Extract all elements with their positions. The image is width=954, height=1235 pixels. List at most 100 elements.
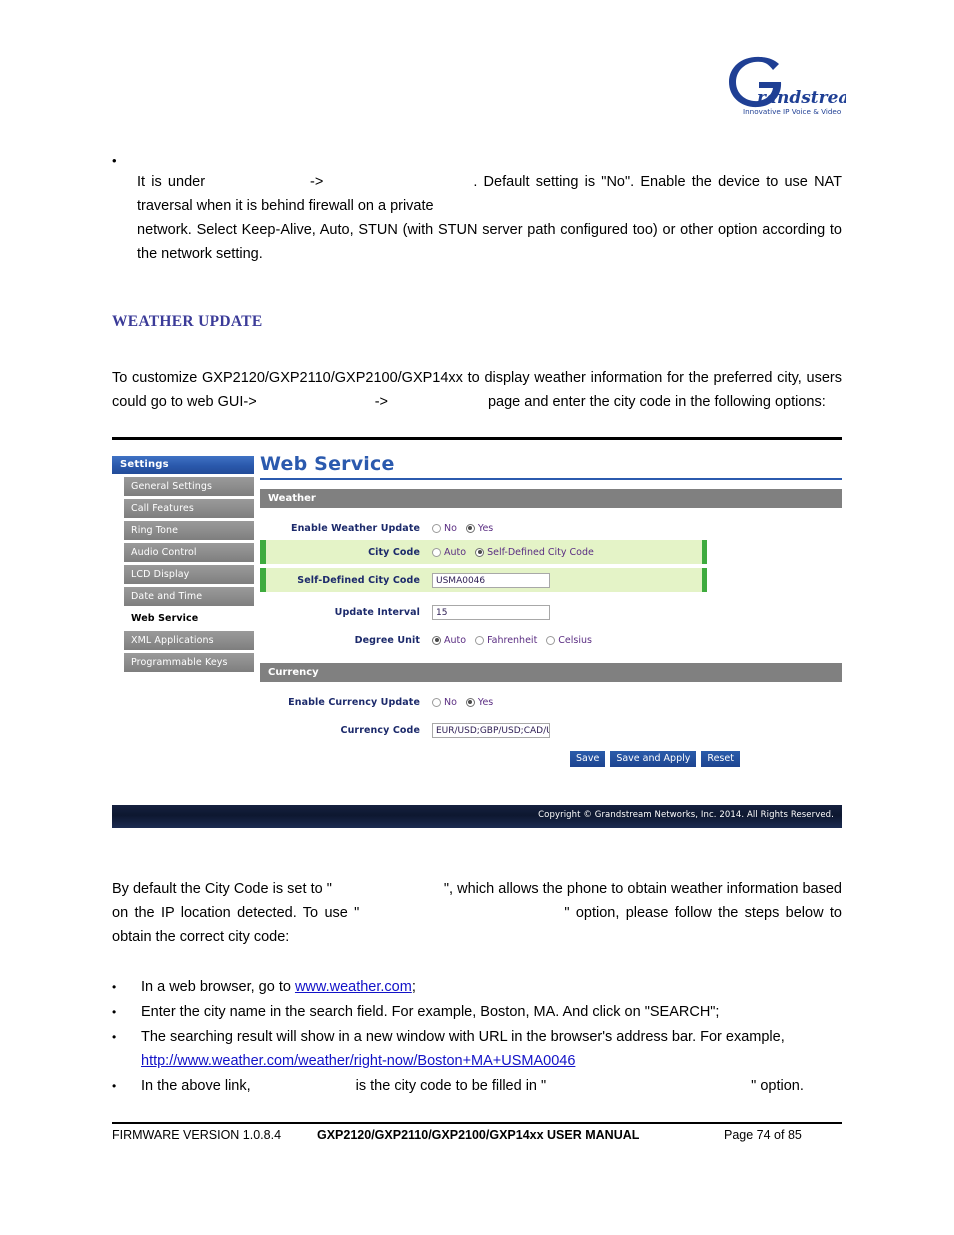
radio-currency-yes[interactable]: Yes <box>465 696 494 708</box>
step-4-before: In the above link, <box>141 1078 251 1094</box>
radio-degree-auto[interactable]: Auto <box>432 635 466 646</box>
radio-icon <box>432 547 441 557</box>
reset-button[interactable]: Reset <box>701 751 740 767</box>
step-1-text: In a web browser, go to www.weather.com; <box>141 975 842 999</box>
label-degree-unit: Degree Unit <box>354 634 420 646</box>
radio-weather-yes[interactable]: Yes <box>465 522 494 534</box>
step-3-before: The searching result will show in a new … <box>141 1029 785 1045</box>
page-title: WEATHER UPDATE <box>112 313 263 330</box>
webui-main-panel: Web Service Weather Enable Weather Updat… <box>260 453 842 767</box>
post-screenshot-block: By default the City Code is set to " ", w… <box>112 877 842 949</box>
label-update-interval: Update Interval <box>334 606 420 618</box>
radio-icon <box>465 697 475 707</box>
sidebar-item-general-settings[interactable]: General Settings <box>124 477 254 496</box>
webui-copyright: Copyright © Grandstream Networks, Inc. 2… <box>538 810 834 820</box>
radio-label: Celsius <box>558 634 592 646</box>
control-enable-currency-update: No Yes <box>432 697 502 708</box>
save-button[interactable]: Save <box>570 751 606 767</box>
step-2-text: Enter the city name in the search field.… <box>141 1004 720 1020</box>
sidebar-item-xml-applications[interactable]: XML Applications <box>124 631 254 650</box>
document-page: randstream Innovative IP Voice & Video I… <box>0 0 954 1235</box>
radio-label: Yes <box>477 696 494 708</box>
save-and-apply-button[interactable]: Save and Apply <box>610 751 697 767</box>
self-defined-city-code-input[interactable]: USMA0046 <box>432 572 550 588</box>
intro-bullet-block: It is under ->. Default setting is "No". … <box>112 152 842 266</box>
bullet-icon <box>112 152 136 170</box>
label-enable-weather-update: Enable Weather Update <box>290 522 420 534</box>
section-intro-block: To customize GXP2120/GXP2110/GXP2100/GXP… <box>112 366 842 414</box>
intro-paragraph: It is under ->. Default setting is "No". … <box>137 170 842 218</box>
logo-icon: randstream Innovative IP Voice & Video <box>729 56 846 116</box>
intro-text-c: . Default setting is "No". Enable the de… <box>137 174 842 214</box>
weather-com-link[interactable]: www.weather.com <box>295 979 412 995</box>
list-item: Enter the city name in the search field.… <box>112 1000 842 1024</box>
radio-city-auto[interactable]: Auto <box>432 547 466 558</box>
intro-text-a: It is under <box>137 174 206 190</box>
row-degree-unit: Degree Unit Auto Fahrenheit Celsius <box>260 628 842 652</box>
radio-label: Self-Defined City Code <box>487 546 594 558</box>
row-self-defined-city-code: Self-Defined City Code USMA0046 <box>260 568 707 592</box>
currency-section-bar: Currency <box>260 663 842 682</box>
section-intro-b: page and enter the city code in the foll… <box>487 394 826 410</box>
label-city-code: City Code <box>368 546 420 558</box>
row-currency-code: Currency Code EUR/USD;GBP/USD;CAD/U <box>260 718 842 742</box>
sidebar-item-ring-tone[interactable]: Ring Tone <box>124 521 254 540</box>
weather-section-bar: Weather <box>260 489 842 508</box>
post-screenshot-paragraph: By default the City Code is set to " ", w… <box>112 877 842 949</box>
post-text-1: By default the City Code is set to " <box>112 881 332 897</box>
bullet-marker-row <box>112 152 842 170</box>
currency-code-input[interactable]: EUR/USD;GBP/USD;CAD/U <box>432 722 550 738</box>
sidebar-item-audio-control[interactable]: Audio Control <box>124 543 254 562</box>
footer-divider <box>112 1122 842 1124</box>
radio-degree-fahrenheit[interactable]: Fahrenheit <box>475 635 537 646</box>
sidebar-item-date-and-time[interactable]: Date and Time <box>124 587 254 606</box>
radio-weather-no[interactable]: No <box>432 523 457 534</box>
step-1-before: In a web browser, go to <box>141 979 295 995</box>
sidebar-header: Settings <box>112 456 254 474</box>
bullet-icon <box>112 1000 141 1024</box>
control-self-defined-city-code: USMA0046 <box>432 572 550 588</box>
webui-footer-bar: Copyright © Grandstream Networks, Inc. 2… <box>112 805 842 828</box>
section-intro-paragraph: To customize GXP2120/GXP2110/GXP2100/GXP… <box>112 366 842 414</box>
radio-label: Auto <box>444 546 467 558</box>
list-item: The searching result will show in a new … <box>112 1025 842 1073</box>
step-1-after: ; <box>411 979 416 995</box>
step-4-tail: " option. <box>751 1078 804 1094</box>
page-footer: FIRMWARE VERSION 1.0.8.4 GXP2120/GXP2110… <box>112 1128 842 1148</box>
list-item: In the above link, is the city code to be… <box>112 1074 842 1098</box>
radio-label: Yes <box>477 522 494 534</box>
row-enable-weather-update: Enable Weather Update No Yes <box>260 516 842 540</box>
footer-firmware-version: FIRMWARE VERSION 1.0.8.4 <box>112 1128 282 1142</box>
list-item: In a web browser, go to www.weather.com; <box>112 975 842 999</box>
svg-text:Innovative IP Voice & Video: Innovative IP Voice & Video <box>743 107 841 116</box>
step-4-text: In the above link, is the city code to be… <box>141 1074 842 1098</box>
radio-city-self-defined[interactable]: Self-Defined City Code <box>475 547 594 558</box>
sidebar-item-call-features[interactable]: Call Features <box>124 499 254 518</box>
sidebar-item-web-service[interactable]: Web Service <box>124 609 254 628</box>
webui-sidebar: Settings General Settings Call Features … <box>112 456 254 672</box>
sidebar-item-lcd-display[interactable]: LCD Display <box>124 565 254 584</box>
form-button-row: Save Save and Apply Reset <box>570 751 842 767</box>
bullet-icon <box>112 975 141 999</box>
radio-currency-no[interactable]: No <box>432 697 457 708</box>
row-city-code: City Code Auto Self-Defined City Code <box>260 540 707 564</box>
radio-icon <box>432 523 441 533</box>
row-update-interval: Update Interval 15 <box>260 600 842 624</box>
weather-url-link[interactable]: http://www.weather.com/weather/right-now… <box>141 1053 575 1069</box>
radio-label: Fahrenheit <box>487 634 538 646</box>
radio-icon <box>432 635 441 645</box>
label-currency-code: Currency Code <box>340 724 420 736</box>
svg-text:randstream: randstream <box>757 88 846 108</box>
sidebar-item-programmable-keys[interactable]: Programmable Keys <box>124 653 254 672</box>
radio-degree-celsius[interactable]: Celsius <box>546 635 592 646</box>
update-interval-input[interactable]: 15 <box>432 604 550 620</box>
radio-label: Auto <box>444 634 467 646</box>
title-underline <box>260 478 842 480</box>
embedded-webui-screenshot: Settings General Settings Call Features … <box>112 453 842 828</box>
radio-icon <box>465 523 475 533</box>
bullet-icon <box>112 1074 141 1098</box>
radio-icon <box>475 635 485 645</box>
